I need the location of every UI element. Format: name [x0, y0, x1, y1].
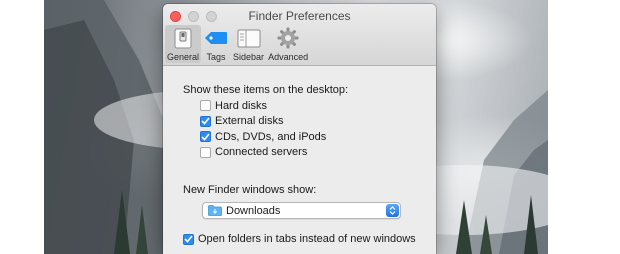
new-window-select-value: Downloads [226, 204, 281, 217]
tab-sidebar-label: Sidebar [233, 52, 265, 62]
tab-general-label: General [167, 52, 200, 62]
option-cds-dvds-ipods[interactable]: CDs, DVDs, and iPods [200, 129, 436, 145]
finder-preferences-window: Finder Preferences General Tags Sidebar … [163, 4, 436, 254]
preferences-toolbar: General Tags Sidebar Advanced [165, 25, 310, 63]
option-hard-disks[interactable]: Hard disks [200, 98, 436, 114]
external-disks-checkbox[interactable] [200, 115, 211, 127]
connected-servers-checkbox[interactable] [200, 146, 211, 158]
tab-sidebar[interactable]: Sidebar [231, 25, 266, 63]
tab-general[interactable]: General [165, 25, 202, 63]
gear-icon [275, 27, 301, 49]
tab-tags[interactable]: Tags [201, 25, 231, 63]
new-window-label: New Finder windows show: [183, 184, 317, 196]
title-bar[interactable]: Finder Preferences General Tags Sidebar … [163, 4, 436, 66]
open-in-tabs-label: Open folders in tabs instead of new wind… [198, 233, 416, 245]
general-pane: Show these items on the desktop: Hard di… [163, 66, 436, 245]
hard-disks-checkbox[interactable] [200, 100, 211, 112]
cds-dvds-ipods-checkbox[interactable] [200, 131, 211, 143]
new-window-select[interactable]: Downloads [202, 202, 401, 219]
tag-icon [203, 27, 229, 49]
option-connected-servers[interactable]: Connected servers [200, 145, 436, 161]
tab-advanced[interactable]: Advanced [266, 25, 310, 63]
open-in-tabs-checkbox[interactable] [183, 233, 194, 245]
checkmark-icon [201, 117, 210, 125]
select-stepper-icon[interactable] [386, 204, 399, 217]
hard-disks-label: Hard disks [215, 99, 267, 112]
option-external-disks[interactable]: External disks [200, 114, 436, 130]
cds-dvds-ipods-label: CDs, DVDs, and iPods [215, 130, 327, 143]
tab-tags-label: Tags [206, 52, 226, 62]
tab-advanced-label: Advanced [268, 52, 309, 62]
option-open-in-tabs[interactable]: Open folders in tabs instead of new wind… [183, 233, 436, 245]
sidebar-icon [236, 27, 262, 49]
connected-servers-label: Connected servers [215, 146, 308, 159]
general-switch-icon [170, 27, 196, 49]
checkmark-icon [201, 133, 210, 141]
desktop-items-label: Show these items on the desktop: [183, 84, 349, 96]
checkmark-icon [184, 235, 193, 243]
downloads-folder-icon [208, 205, 222, 216]
external-disks-label: External disks [215, 115, 284, 128]
window-title: Finder Preferences [248, 9, 351, 23]
